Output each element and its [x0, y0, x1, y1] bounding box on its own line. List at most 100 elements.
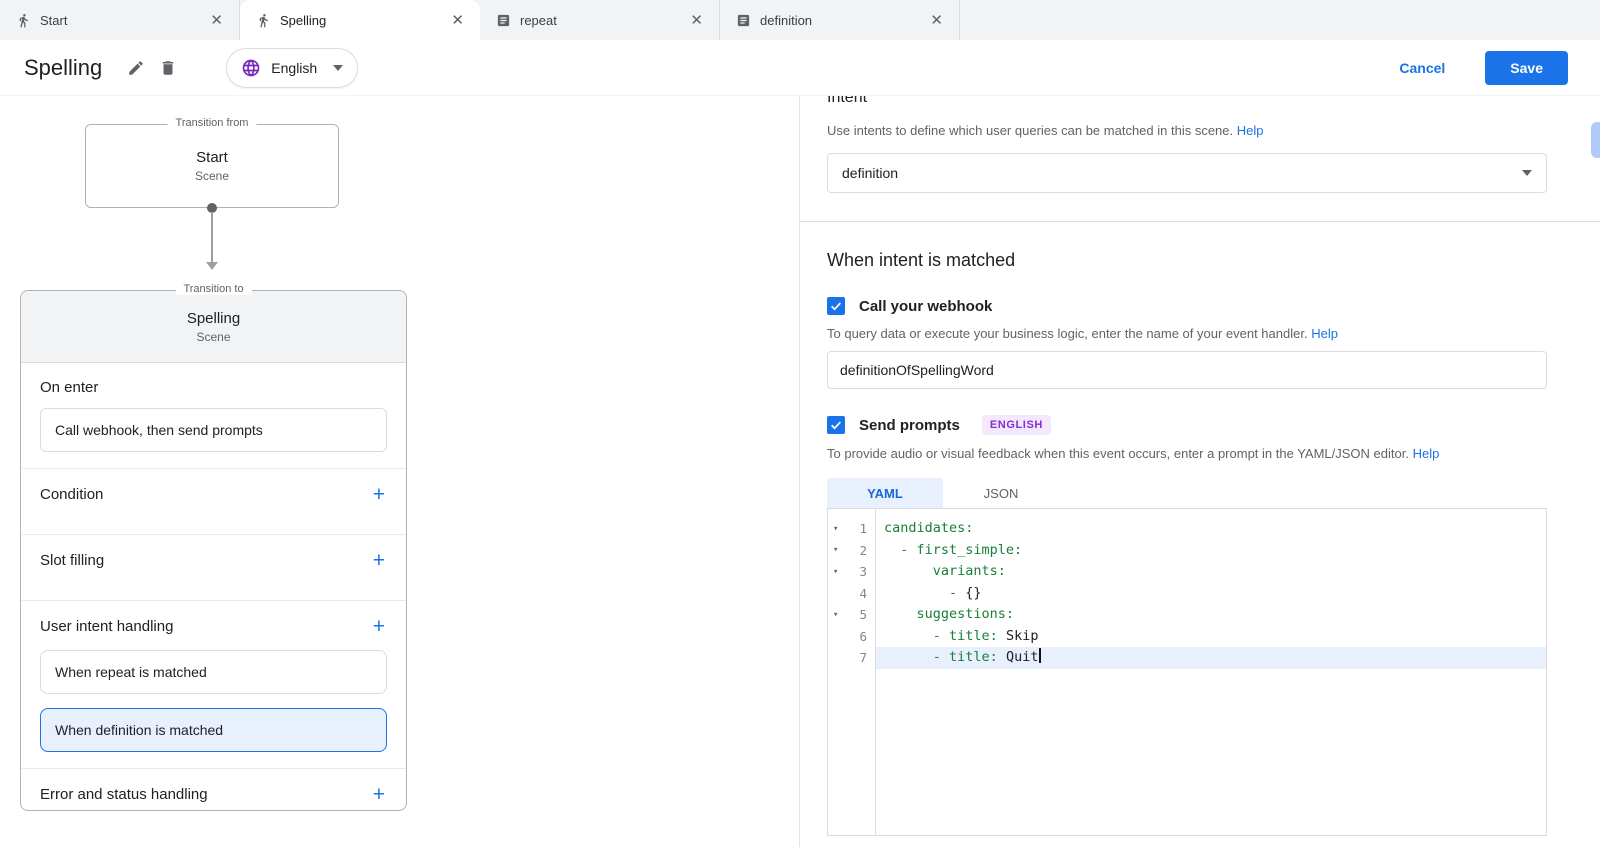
connector-arrowhead-icon: [206, 262, 218, 270]
line-number: 7: [859, 650, 867, 665]
code-token: -: [884, 585, 965, 601]
editor-code-area[interactable]: candidates: - first_simple: variants: - …: [876, 509, 1546, 835]
walk-icon: [256, 13, 271, 28]
prompts-checkbox-row: Send prompts ENGLISH: [827, 415, 1547, 435]
intent-handler-repeat[interactable]: When repeat is matched: [40, 650, 387, 694]
connector-line: [211, 212, 213, 262]
user-intent-label: User intent handling: [40, 618, 173, 635]
code-line[interactable]: - {}: [876, 583, 1546, 605]
add-error-handler-button[interactable]: +: [371, 784, 387, 805]
intent-description: Use intents to define which user queries…: [827, 123, 1547, 138]
fold-arrow-icon[interactable]: ▾: [833, 567, 843, 577]
intent-heading: Intent: [827, 96, 1547, 107]
scene-graph-panel: Transition from Start Scene Transition t…: [0, 96, 800, 847]
tab-definition[interactable]: definition ✕: [720, 0, 960, 40]
line-number: 6: [859, 629, 867, 644]
line-number: 1: [859, 521, 867, 536]
condition-section: Condition +: [40, 469, 387, 518]
line-number: 3: [859, 564, 867, 579]
check-icon: [829, 418, 843, 432]
code-token: first_simple:: [917, 542, 1023, 558]
scene-node-start[interactable]: Transition from Start Scene: [85, 124, 339, 208]
fold-arrow-icon[interactable]: ▾: [833, 524, 843, 534]
tab-start[interactable]: Start ✕: [0, 0, 240, 40]
scene-card-title: Spelling: [187, 310, 240, 327]
code-line[interactable]: candidates:: [876, 518, 1546, 540]
cancel-button[interactable]: Cancel: [1393, 59, 1451, 77]
line-number: 5: [859, 607, 867, 622]
trash-icon: [159, 59, 177, 77]
code-token: variants:: [933, 563, 1006, 579]
code-line[interactable]: variants:: [876, 561, 1546, 583]
fold-arrow-icon[interactable]: ▾: [833, 545, 843, 555]
scene-tab-bar: Start ✕ Spelling ✕ repeat ✕ definition ✕: [0, 0, 1600, 40]
add-slot-button[interactable]: +: [371, 550, 387, 571]
scene-card-header[interactable]: Spelling Scene: [21, 291, 406, 363]
tab-spelling[interactable]: Spelling ✕: [240, 0, 480, 40]
intent-heading-clipped: Intent: [827, 96, 1547, 109]
code-line[interactable]: - title: Quit: [876, 647, 1546, 669]
code-token: -: [884, 542, 917, 558]
on-enter-label: On enter: [40, 379, 387, 396]
tab-repeat[interactable]: repeat ✕: [480, 0, 720, 40]
intent-description-text: Use intents to define which user queries…: [827, 123, 1233, 138]
edit-button[interactable]: [120, 52, 152, 84]
close-icon[interactable]: ✕: [206, 11, 227, 30]
help-link[interactable]: Help: [1237, 123, 1264, 138]
intent-handler-definition[interactable]: When definition is matched: [40, 708, 387, 752]
tab-yaml[interactable]: YAML: [827, 478, 943, 508]
code-token: Skip: [1006, 628, 1039, 644]
fold-arrow-icon[interactable]: ▾: [833, 610, 843, 620]
help-link[interactable]: Help: [1311, 326, 1338, 341]
code-line[interactable]: suggestions:: [876, 604, 1546, 626]
language-label: English: [271, 60, 317, 76]
close-icon[interactable]: ✕: [686, 11, 707, 30]
close-icon[interactable]: ✕: [926, 11, 947, 30]
code-line[interactable]: - first_simple:: [876, 540, 1546, 562]
tab-label: definition: [760, 13, 917, 28]
intent-detail-panel: Intent Use intents to define which user …: [800, 96, 1600, 847]
main-content: Transition from Start Scene Transition t…: [0, 96, 1600, 847]
transition-to-legend: Transition to: [175, 283, 251, 295]
yaml-code-editor[interactable]: ▾1▾2▾34▾567 candidates: - first_simple: …: [827, 508, 1547, 836]
prompts-description: To provide audio or visual feedback when…: [827, 446, 1547, 461]
gutter-row: ▾3: [828, 561, 875, 583]
user-intent-section: User intent handling +: [40, 601, 387, 650]
panel-divider: [800, 221, 1600, 222]
prompts-checkbox-label: Send prompts: [859, 417, 960, 434]
gutter-row: 6: [828, 626, 875, 648]
on-enter-card[interactable]: Call webhook, then send prompts: [40, 408, 387, 452]
scrollbar-thumb[interactable]: [1591, 122, 1600, 158]
language-selector[interactable]: English: [226, 48, 358, 88]
error-handling-label: Error and status handling: [40, 786, 208, 803]
help-link[interactable]: Help: [1413, 446, 1440, 461]
delete-button[interactable]: [152, 52, 184, 84]
text-cursor: [1039, 648, 1041, 663]
add-intent-handler-button[interactable]: +: [371, 616, 387, 637]
chevron-down-icon: [333, 65, 343, 71]
code-line[interactable]: - title: Skip: [876, 626, 1546, 648]
gutter-row: 7: [828, 647, 875, 669]
save-button[interactable]: Save: [1485, 51, 1568, 85]
gutter-row: ▾2: [828, 540, 875, 562]
intent-doc-icon: [736, 13, 751, 28]
scene-node-subtitle: Scene: [195, 169, 229, 183]
tab-json[interactable]: JSON: [943, 478, 1059, 508]
webhook-checkbox[interactable]: [827, 297, 845, 315]
intent-select[interactable]: definition: [827, 153, 1547, 193]
close-icon[interactable]: ✕: [447, 11, 468, 30]
walk-icon: [16, 13, 31, 28]
language-badge: ENGLISH: [982, 415, 1051, 435]
add-condition-button[interactable]: +: [371, 484, 387, 505]
line-number: 2: [859, 543, 867, 558]
pencil-icon: [127, 59, 145, 77]
webhook-description: To query data or execute your business l…: [827, 326, 1547, 341]
globe-icon: [241, 58, 261, 78]
webhook-description-text: To query data or execute your business l…: [827, 326, 1308, 341]
code-token: Quit: [1006, 649, 1039, 665]
intent-select-value: definition: [842, 165, 898, 181]
scene-header: Spelling English Cancel Save: [0, 40, 1600, 96]
event-handler-input[interactable]: [827, 351, 1547, 389]
prompts-checkbox[interactable]: [827, 416, 845, 434]
code-token: [884, 563, 933, 579]
